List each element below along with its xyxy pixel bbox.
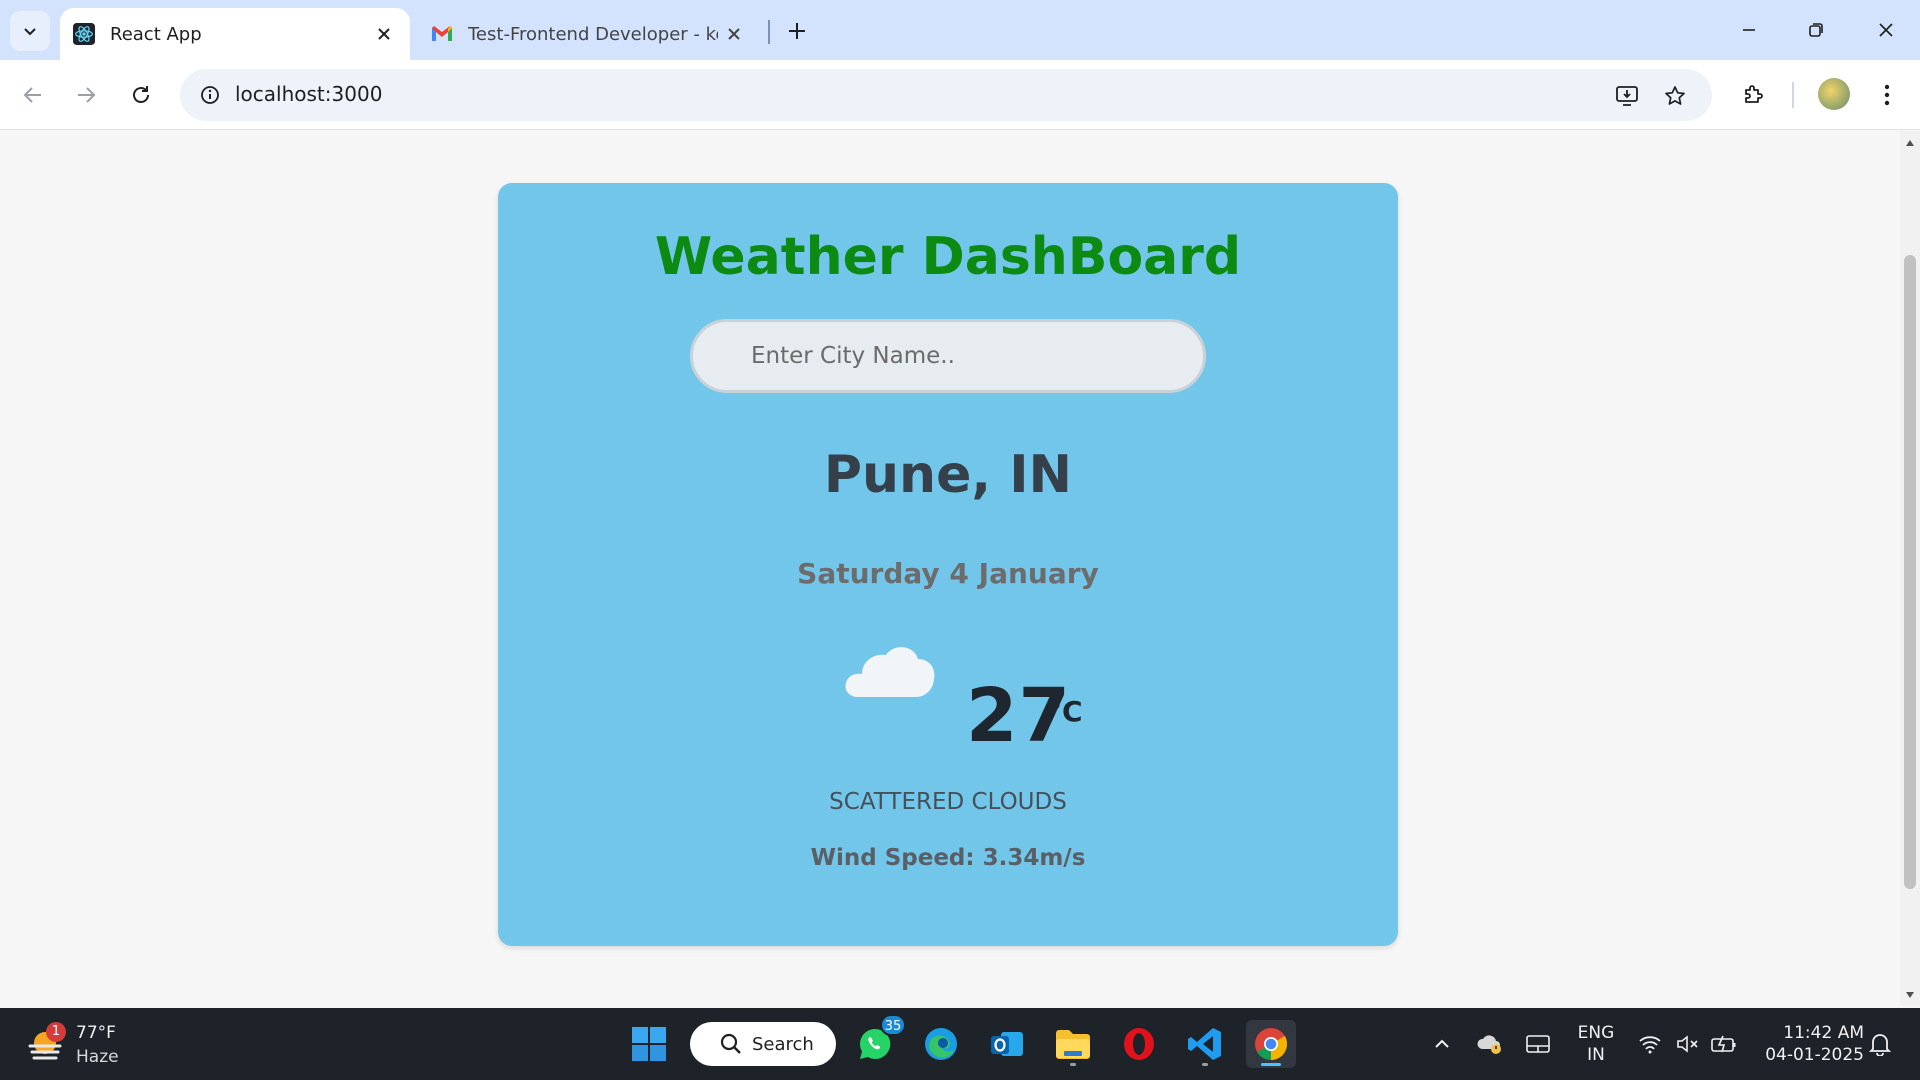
tab-title: React App bbox=[110, 23, 202, 45]
restore-icon bbox=[1809, 23, 1823, 37]
close-icon[interactable] bbox=[718, 18, 750, 50]
running-indicator bbox=[1202, 1063, 1208, 1066]
running-indicator bbox=[1070, 1063, 1076, 1066]
volume-muted-icon bbox=[1677, 1035, 1698, 1053]
profile-avatar[interactable] bbox=[1818, 78, 1850, 110]
chrome-icon bbox=[1255, 1028, 1288, 1060]
temperature-unit: °C bbox=[1048, 695, 1083, 728]
file-explorer-app[interactable] bbox=[1048, 1020, 1098, 1068]
back-button[interactable] bbox=[12, 74, 54, 116]
cloud-icon bbox=[845, 647, 935, 697]
show-hidden-icons-button[interactable] bbox=[1426, 1028, 1458, 1060]
weather-card: Weather DashBoard Pune, IN Saturday 4 Ja… bbox=[498, 183, 1398, 946]
battery-status[interactable] bbox=[1708, 1028, 1740, 1060]
weather-temp: 77°F bbox=[76, 1023, 116, 1043]
tab-react-app[interactable]: React App bbox=[60, 8, 410, 60]
weather-condition: SCATTERED CLOUDS bbox=[829, 789, 1067, 815]
tab-search-button[interactable] bbox=[10, 11, 50, 51]
onedrive-status[interactable] bbox=[1474, 1028, 1506, 1060]
region-code: IN bbox=[1587, 1045, 1605, 1065]
vscode-icon bbox=[1188, 1028, 1221, 1060]
system-clock[interactable]: 11:42 AM 04-01-2025 bbox=[1752, 1022, 1864, 1066]
restore-button[interactable] bbox=[1791, 10, 1841, 50]
url-text[interactable]: localhost:3000 bbox=[235, 82, 382, 106]
reload-icon bbox=[133, 86, 149, 103]
volume-status[interactable] bbox=[1672, 1028, 1704, 1060]
dashboard-title: Weather DashBoard bbox=[654, 227, 1242, 287]
extensions-button[interactable] bbox=[1734, 76, 1772, 114]
search-icon bbox=[720, 1033, 741, 1054]
taskbar: 1 77°F Haze Search 35 ENG IN 11:42 AM 04… bbox=[0, 1008, 1920, 1080]
notification-badge: 1 bbox=[46, 1022, 66, 1042]
language-code: ENG bbox=[1577, 1023, 1615, 1043]
wind-speed: Wind Speed: 3.34m/s bbox=[810, 845, 1086, 871]
city-search-input[interactable] bbox=[690, 319, 1206, 393]
page-viewport: Weather DashBoard Pune, IN Saturday 4 Ja… bbox=[0, 131, 1900, 1006]
whatsapp-badge: 35 bbox=[880, 1014, 906, 1036]
chrome-app[interactable] bbox=[1246, 1020, 1296, 1068]
vscode-app[interactable] bbox=[1180, 1020, 1230, 1068]
opera-icon bbox=[1124, 1028, 1154, 1060]
clock-time: 11:42 AM bbox=[1783, 1023, 1864, 1043]
bell-icon bbox=[1869, 1034, 1891, 1056]
current-date: Saturday 4 January bbox=[797, 557, 1099, 590]
tab-divider bbox=[768, 20, 770, 44]
more-vert-icon bbox=[1884, 84, 1890, 106]
language-indicator[interactable]: ENG IN bbox=[1576, 1022, 1616, 1066]
scroll-thumb[interactable] bbox=[1904, 255, 1916, 889]
scroll-up-arrow-icon[interactable] bbox=[1904, 137, 1916, 149]
puzzle-icon bbox=[1745, 85, 1763, 103]
wifi-icon bbox=[1639, 1036, 1661, 1054]
opera-app[interactable] bbox=[1114, 1020, 1164, 1068]
forward-button[interactable] bbox=[65, 74, 107, 116]
reload-button[interactable] bbox=[120, 74, 162, 116]
arrow-left-icon bbox=[23, 87, 41, 103]
notifications-button[interactable] bbox=[1864, 1028, 1896, 1060]
close-icon bbox=[1879, 23, 1893, 37]
battery-charging-icon bbox=[1711, 1035, 1736, 1053]
minimize-button[interactable] bbox=[1724, 10, 1774, 50]
chevron-up-icon bbox=[1435, 1039, 1449, 1048]
gmail-icon bbox=[430, 22, 454, 46]
chevron-down-icon bbox=[24, 28, 36, 36]
tab-strip: React App Test-Frontend Developer - keng bbox=[0, 0, 1920, 60]
install-app-icon[interactable] bbox=[1610, 79, 1644, 113]
page-scrollbar[interactable] bbox=[1900, 131, 1920, 1006]
site-info-icon[interactable] bbox=[194, 79, 226, 111]
address-bar[interactable]: localhost:3000 bbox=[180, 69, 1712, 121]
city-name: Pune, IN bbox=[823, 445, 1073, 505]
folder-icon bbox=[1056, 1030, 1090, 1059]
weather-widget[interactable]: 1 77°F Haze bbox=[26, 1022, 176, 1068]
toolbar-divider bbox=[1792, 82, 1794, 108]
taskbar-search[interactable]: Search bbox=[690, 1022, 836, 1066]
scroll-down-arrow-icon[interactable] bbox=[1904, 989, 1916, 1001]
outlook-app[interactable] bbox=[982, 1020, 1032, 1068]
new-tab-button[interactable] bbox=[780, 14, 814, 48]
whatsapp-app[interactable]: 35 bbox=[850, 1014, 906, 1068]
minimize-icon bbox=[1743, 29, 1755, 31]
start-button[interactable] bbox=[624, 1020, 674, 1068]
plus-icon bbox=[789, 23, 805, 39]
active-indicator bbox=[1261, 1063, 1281, 1066]
clock-date: 04-01-2025 bbox=[1765, 1045, 1864, 1065]
browser-toolbar: localhost:3000 bbox=[0, 60, 1920, 130]
close-window-button[interactable] bbox=[1861, 10, 1911, 50]
tab-gmail[interactable]: Test-Frontend Developer - keng bbox=[420, 8, 760, 60]
bookmark-star-icon[interactable] bbox=[1658, 79, 1692, 113]
outlook-icon bbox=[991, 1032, 1023, 1056]
tab-title: Test-Frontend Developer - keng bbox=[468, 23, 718, 45]
cloud-warning-icon bbox=[1477, 1035, 1501, 1054]
windows-icon bbox=[632, 1027, 666, 1061]
edge-icon bbox=[925, 1028, 957, 1060]
touchpad-icon bbox=[1526, 1035, 1550, 1053]
arrow-right-icon bbox=[78, 87, 96, 103]
wifi-status[interactable] bbox=[1634, 1028, 1666, 1060]
close-icon[interactable] bbox=[368, 18, 400, 50]
menu-button[interactable] bbox=[1868, 76, 1906, 114]
react-icon bbox=[72, 22, 96, 46]
weather-condition-label: Haze bbox=[76, 1047, 119, 1067]
touchpad-status[interactable] bbox=[1522, 1028, 1554, 1060]
search-label: Search bbox=[752, 1033, 814, 1055]
edge-app[interactable] bbox=[916, 1020, 966, 1068]
